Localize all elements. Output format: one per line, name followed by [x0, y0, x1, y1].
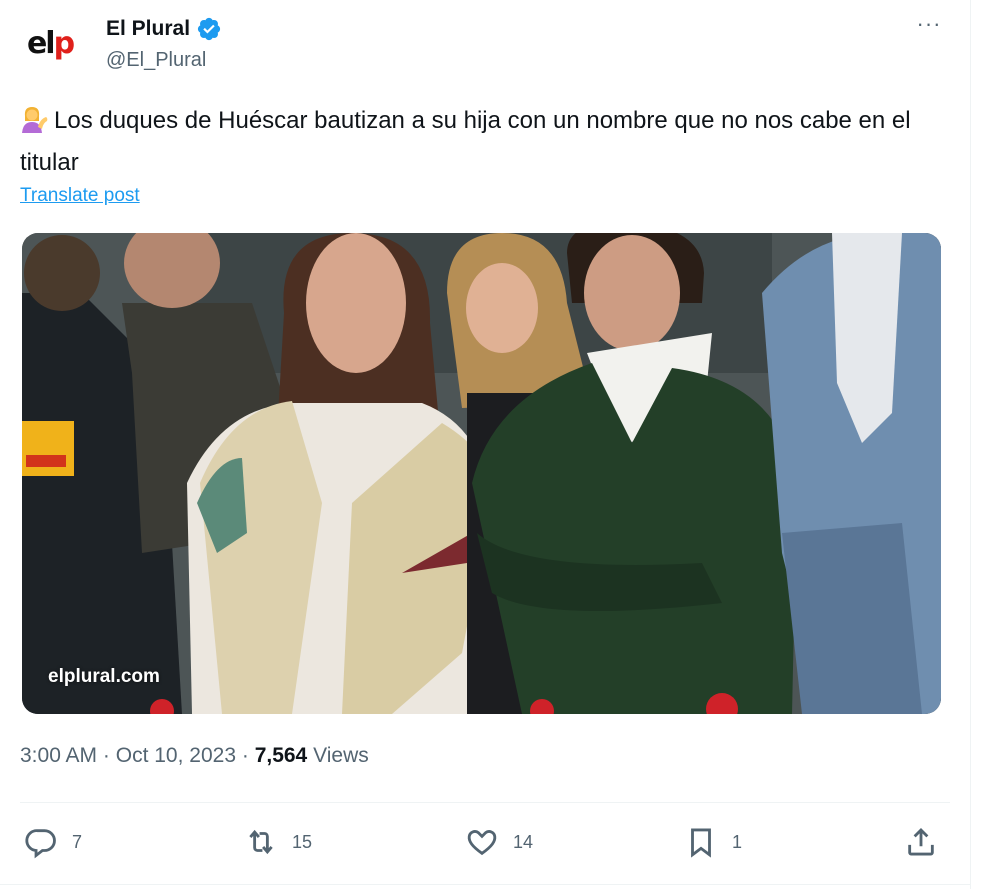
like-button[interactable]: 14	[465, 824, 533, 860]
meta-dot: ·	[102, 744, 110, 767]
bookmark-button[interactable]: 1	[684, 824, 742, 860]
woman-tipping-hand-emoji	[22, 107, 48, 133]
post-date[interactable]: Oct 10, 2023	[116, 744, 236, 767]
repost-button[interactable]: 15	[244, 824, 312, 860]
reply-icon	[25, 829, 56, 859]
views-label: Views	[313, 744, 369, 767]
reply-button[interactable]: 7	[24, 824, 82, 860]
image-watermark: elplural.com	[48, 666, 160, 687]
meta-dot: ·	[241, 744, 249, 767]
post-photo-illustration	[22, 233, 941, 714]
repost-count: 15	[292, 831, 313, 852]
bookmark-count: 1	[732, 831, 743, 852]
avatar[interactable]: elp	[18, 12, 82, 76]
translate-post-link[interactable]: Translate post	[20, 185, 140, 207]
bookmark-icon	[691, 828, 711, 858]
like-count: 14	[513, 831, 534, 852]
divider	[20, 802, 950, 803]
share-icon	[908, 827, 934, 856]
post-bottom-border	[0, 884, 970, 885]
heart-icon	[467, 830, 497, 856]
verified-badge-icon	[197, 17, 221, 41]
author-handle[interactable]: @El_Plural	[106, 49, 206, 72]
repost-icon	[249, 829, 273, 855]
elplural-logo: elp	[26, 26, 75, 61]
post-time[interactable]: 3:00 AM	[20, 744, 97, 767]
post-image[interactable]: elplural.com	[22, 233, 941, 714]
author-name[interactable]: El Plural	[106, 17, 190, 41]
timeline-border	[970, 0, 971, 889]
post-text: Los duques de Huéscar bautizan a su hija…	[20, 107, 911, 176]
author-name-row[interactable]: El Plural	[106, 16, 222, 42]
more-options-icon[interactable]: ···	[914, 13, 944, 40]
views-count: 7,564	[254, 744, 308, 767]
share-button[interactable]	[904, 824, 938, 860]
post-meta: 3:00 AM · Oct 10, 2023 · 7,564 Views	[20, 744, 369, 768]
reply-count: 7	[72, 831, 83, 852]
post-text-container: Los duques de Huéscar bautizan a su hija…	[20, 100, 950, 184]
